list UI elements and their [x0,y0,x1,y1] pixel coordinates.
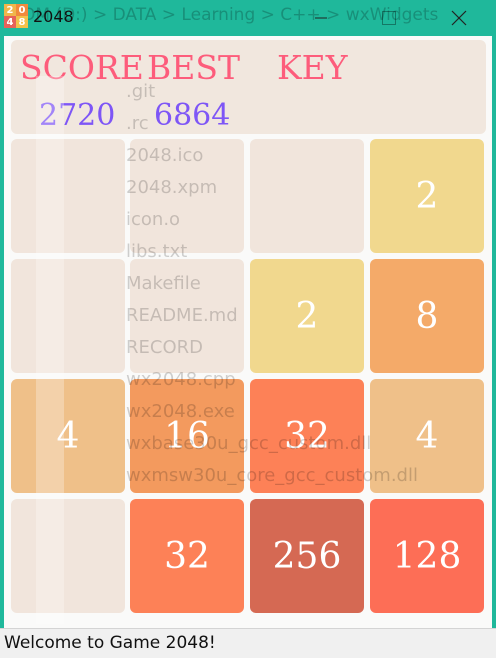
tile-empty [250,139,364,253]
tile-empty [11,139,125,253]
close-button[interactable] [436,0,482,36]
best-label: BEST [147,48,240,87]
tile-16: 16 [130,379,244,493]
app-2048-icon: 2 0 4 8 [4,4,28,28]
close-icon [451,10,467,26]
tile-4: 4 [370,379,484,493]
score-label: SCORE [20,48,144,87]
best-value: 6864 [154,98,231,133]
app-icon-digit: 4 [4,16,16,28]
app-icon-digit: 8 [16,16,28,28]
tile-empty [130,139,244,253]
tile-empty [130,259,244,373]
game-window: OM (D:) > DATA > Learning > C++ > wxWidg… [0,0,496,658]
tile-32: 32 [250,379,364,493]
game-board[interactable]: SCORE BEST KEY 2720 6864 2 2 8 4 16 32 4 32 256 1… [4,36,492,628]
status-bar: Welcome to Game 2048! [0,628,496,658]
maximize-icon [382,11,396,25]
title-bar[interactable]: OM (D:) > DATA > Learning > C++ > wxWidg… [0,0,496,36]
window-title: 2048 [33,7,74,26]
app-icon-digit: 2 [4,4,16,16]
tile-4: 4 [11,379,125,493]
tile-256: 256 [250,499,364,613]
tile-32: 32 [130,499,244,613]
tile-8: 8 [370,259,484,373]
maximize-button[interactable] [366,0,412,36]
minimize-icon [315,17,327,19]
tile-2: 2 [250,259,364,373]
score-value: 2720 [39,98,116,133]
tile-2: 2 [370,139,484,253]
score-panel: SCORE BEST KEY 2720 6864 [11,40,486,134]
key-label: KEY [277,48,348,87]
minimize-button[interactable] [298,0,344,36]
tile-128: 128 [370,499,484,613]
app-icon-digit: 0 [16,4,28,16]
tile-empty [11,259,125,373]
status-message: Welcome to Game 2048! [4,633,216,653]
tile-empty [11,499,125,613]
